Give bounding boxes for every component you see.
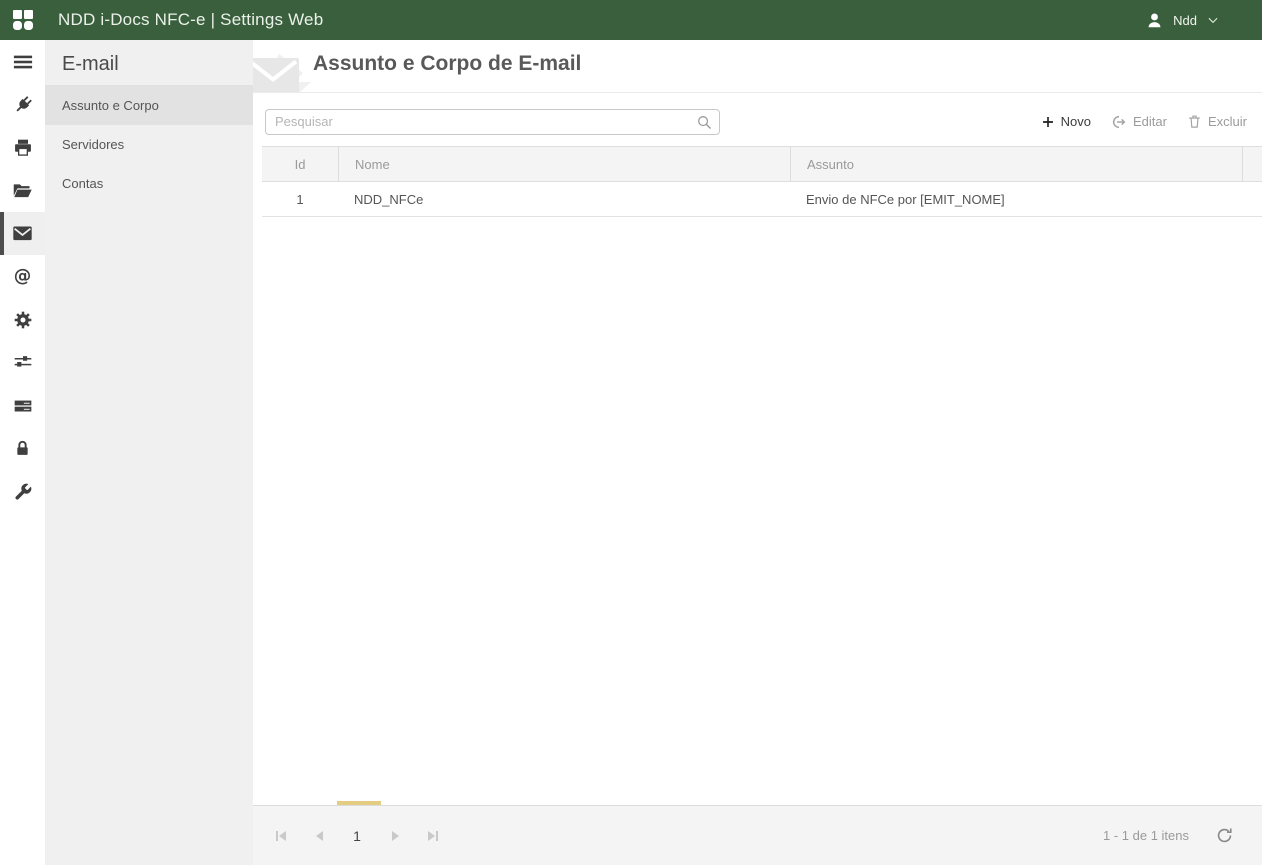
- data-grid: Id Nome Assunto 1 NDD_NFCe Envio de NFCe…: [262, 146, 1262, 217]
- column-header-filler: [1242, 147, 1262, 181]
- page-header: Assunto e Corpo de E-mail: [253, 40, 1262, 93]
- excluir-label: Excluir: [1208, 114, 1247, 129]
- table-row[interactable]: 1 NDD_NFCe Envio de NFCe por [EMIT_NOME]: [262, 182, 1262, 217]
- rail-item-folder[interactable]: [0, 169, 45, 212]
- editar-button[interactable]: Editar: [1111, 114, 1167, 130]
- cell-nome: NDD_NFCe: [338, 182, 790, 216]
- server-stack-icon: [13, 396, 33, 416]
- editar-label: Editar: [1133, 114, 1167, 129]
- email-sidebar: E-mail Assunto e Corpo Servidores Contas: [45, 40, 253, 865]
- pager: 1 1 - 1 de 1 itens: [253, 805, 1262, 865]
- user-menu[interactable]: Ndd: [1145, 11, 1220, 30]
- grid-header: Id Nome Assunto: [262, 146, 1262, 182]
- toolbar: Novo Editar Excluir: [1041, 114, 1247, 130]
- search-icon[interactable]: [696, 114, 713, 136]
- gear-icon: [13, 310, 33, 330]
- printer-icon: [13, 138, 33, 158]
- rail-item-sliders[interactable]: [0, 341, 45, 384]
- envelope-icon: [12, 223, 33, 244]
- novo-label: Novo: [1061, 114, 1091, 129]
- rail-item-at[interactable]: @: [0, 255, 45, 298]
- user-name: Ndd: [1173, 13, 1197, 28]
- column-header-assunto[interactable]: Assunto: [790, 147, 1242, 181]
- rail-item-settings[interactable]: [0, 298, 45, 341]
- first-page-button[interactable]: [269, 824, 293, 848]
- sidebar-item-label: Servidores: [62, 137, 124, 152]
- rail-item-printer[interactable]: [0, 126, 45, 169]
- menu-icon: [13, 52, 33, 72]
- sidebar-title: E-mail: [45, 40, 253, 86]
- user-icon: [1145, 11, 1164, 30]
- rail-item-tools[interactable]: [0, 470, 45, 513]
- sidebar-item-label: Contas: [62, 176, 103, 191]
- cell-assunto: Envio de NFCe por [EMIT_NOME]: [790, 182, 1242, 216]
- page-title: Assunto e Corpo de E-mail: [313, 52, 581, 76]
- main-content: Assunto e Corpo de E-mail Novo: [253, 40, 1262, 865]
- lock-icon: [13, 439, 32, 458]
- at-sign-icon: @: [12, 266, 33, 287]
- column-header-id[interactable]: Id: [262, 147, 338, 181]
- page-number-button[interactable]: 1: [345, 824, 369, 848]
- app-logo-icon[interactable]: [12, 9, 34, 31]
- refresh-icon: [1215, 826, 1234, 845]
- rail-item-email[interactable]: [0, 212, 45, 255]
- sidebar-item-assunto-e-corpo[interactable]: Assunto e Corpo: [45, 86, 253, 125]
- cell-id: 1: [262, 182, 338, 216]
- novo-button[interactable]: Novo: [1041, 114, 1091, 129]
- rail-item-servers[interactable]: [0, 384, 45, 427]
- rail-item-security[interactable]: [0, 427, 45, 470]
- refresh-button[interactable]: [1215, 826, 1234, 845]
- sidebar-item-servidores[interactable]: Servidores: [45, 125, 253, 164]
- pager-info: 1 - 1 de 1 itens: [1103, 828, 1189, 843]
- column-header-nome[interactable]: Nome: [338, 147, 790, 181]
- icon-rail: @: [0, 40, 45, 865]
- edit-arrow-icon: [1111, 114, 1127, 130]
- sidebar-item-label: Assunto e Corpo: [62, 98, 159, 113]
- plug-icon: [13, 95, 33, 115]
- app-title: NDD i-Docs NFC-e | Settings Web: [58, 10, 323, 30]
- rail-item-menu[interactable]: [0, 40, 45, 83]
- next-page-button[interactable]: [383, 824, 407, 848]
- trash-icon: [1187, 114, 1202, 129]
- sidebar-item-contas[interactable]: Contas: [45, 164, 253, 203]
- previous-page-button[interactable]: [307, 824, 331, 848]
- controls-row: Novo Editar Excluir: [253, 108, 1262, 135]
- excluir-button[interactable]: Excluir: [1187, 114, 1247, 129]
- svg-text:@: @: [14, 266, 32, 286]
- folder-open-icon: [12, 180, 33, 201]
- sliders-icon: [13, 353, 33, 373]
- selected-page-indicator: [337, 801, 381, 805]
- plus-icon: [1041, 115, 1055, 129]
- top-bar: NDD i-Docs NFC-e | Settings Web Ndd: [0, 0, 1262, 40]
- last-page-button[interactable]: [421, 824, 445, 848]
- chevron-down-icon: [1206, 13, 1220, 27]
- rail-item-plug[interactable]: [0, 83, 45, 126]
- wrench-icon: [13, 482, 33, 502]
- search-input[interactable]: [265, 109, 720, 135]
